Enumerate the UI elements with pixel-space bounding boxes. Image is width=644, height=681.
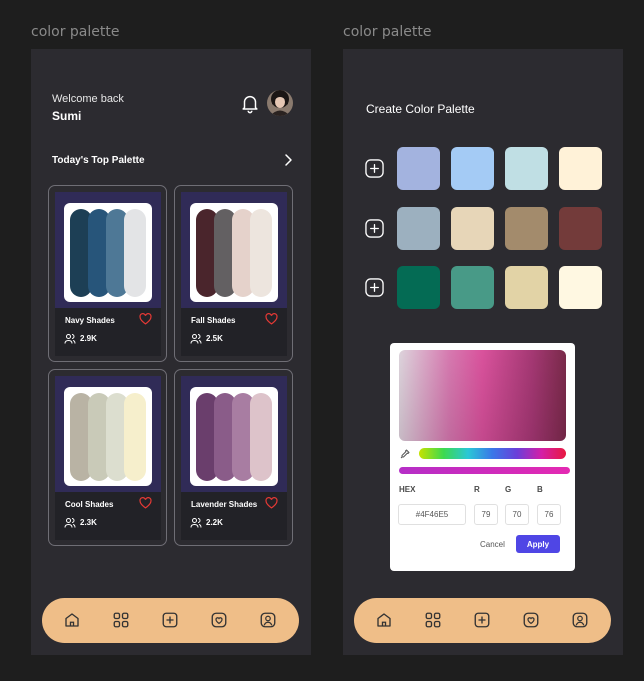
palette-card[interactable]: Navy Shades 2.9K: [48, 185, 167, 362]
color-swatch[interactable]: [397, 207, 440, 250]
heart-icon[interactable]: [265, 313, 278, 325]
palette-card[interactable]: Lavender Shades 2.2K: [174, 369, 293, 546]
color-swatch[interactable]: [559, 147, 602, 190]
color-swatch[interactable]: [397, 266, 440, 309]
heart-icon[interactable]: [139, 313, 152, 325]
color-swatch[interactable]: [397, 147, 440, 190]
heart-icon[interactable]: [265, 497, 278, 509]
swatch-container: [64, 203, 152, 302]
color-swatch[interactable]: [451, 207, 494, 250]
cancel-button[interactable]: Cancel: [480, 540, 505, 549]
palette-preview: [55, 376, 161, 492]
add-color-button[interactable]: [365, 278, 384, 297]
palette-name: Lavender Shades: [191, 500, 258, 509]
home-screen: Welcome back Sumi Today's Top Palette Na…: [31, 49, 311, 655]
g-input[interactable]: 70: [505, 504, 529, 525]
user-count: 2.9K: [80, 334, 97, 343]
avatar[interactable]: [267, 90, 293, 116]
hex-label: HEX: [399, 485, 416, 494]
palette-name: Fall Shades: [191, 316, 236, 325]
color-swatch[interactable]: [451, 147, 494, 190]
b-input[interactable]: 76: [537, 504, 561, 525]
frame-label-left: color palette: [31, 24, 120, 40]
add-square-icon[interactable]: [473, 611, 491, 629]
chevron-right-icon[interactable]: [281, 152, 295, 168]
user-count: 2.2K: [206, 518, 223, 527]
color-swatch[interactable]: [559, 266, 602, 309]
g-label: G: [505, 485, 512, 494]
swatch-container: [190, 203, 278, 302]
section-title: Today's Top Palette: [52, 155, 145, 166]
heart-shield-icon[interactable]: [210, 611, 228, 629]
palette-preview: [181, 376, 287, 492]
users-icon: [190, 518, 202, 528]
bell-icon[interactable]: [239, 92, 261, 114]
b-label: B: [537, 485, 543, 494]
bottom-nav: [354, 598, 611, 643]
apply-button[interactable]: Apply: [516, 535, 560, 553]
users-icon: [64, 518, 76, 528]
color-stripe: [250, 209, 272, 297]
user-count: 2.5K: [206, 334, 223, 343]
card-info: Navy Shades 2.9K: [55, 308, 161, 356]
palette-name: Cool Shades: [65, 500, 114, 509]
add-square-icon[interactable]: [161, 611, 179, 629]
palette-card[interactable]: Cool Shades 2.3K: [48, 369, 167, 546]
palette-preview: [181, 192, 287, 308]
welcome-text: Welcome back: [52, 93, 124, 105]
username: Sumi: [52, 109, 82, 123]
alpha-slider[interactable]: [399, 467, 570, 474]
color-stripe: [124, 393, 146, 481]
eyedropper-icon[interactable]: [399, 448, 411, 460]
add-color-button[interactable]: [365, 159, 384, 178]
home-icon[interactable]: [63, 611, 81, 629]
color-swatch[interactable]: [505, 147, 548, 190]
card-info: Lavender Shades 2.2K: [181, 492, 287, 540]
color-picker-panel: HEX R G B #4F46E5 79 70 76 Cancel Apply: [390, 343, 575, 571]
palette-preview: [55, 192, 161, 308]
saturation-area[interactable]: [399, 350, 566, 441]
create-title: Create Color Palette: [366, 102, 475, 116]
users-icon: [64, 334, 76, 344]
color-swatch[interactable]: [451, 266, 494, 309]
profile-icon[interactable]: [571, 611, 589, 629]
frame-label-right: color palette: [343, 24, 432, 40]
heart-shield-icon[interactable]: [522, 611, 540, 629]
hex-input[interactable]: #4F46E5: [398, 504, 466, 525]
color-swatch[interactable]: [505, 207, 548, 250]
card-info: Cool Shades 2.3K: [55, 492, 161, 540]
swatch-container: [190, 387, 278, 486]
heart-icon[interactable]: [139, 497, 152, 509]
color-stripe: [124, 209, 146, 297]
create-screen: Create Color Palette HEX R G B #4F46E5 7…: [343, 49, 623, 655]
user-count: 2.3K: [80, 518, 97, 527]
grid-icon[interactable]: [424, 611, 442, 629]
card-info: Fall Shades 2.5K: [181, 308, 287, 356]
hue-slider[interactable]: [419, 448, 566, 459]
palette-name: Navy Shades: [65, 316, 115, 325]
swatch-container: [64, 387, 152, 486]
add-color-button[interactable]: [365, 219, 384, 238]
palette-card[interactable]: Fall Shades 2.5K: [174, 185, 293, 362]
profile-icon[interactable]: [259, 611, 277, 629]
home-icon[interactable]: [375, 611, 393, 629]
users-icon: [190, 334, 202, 344]
bottom-nav: [42, 598, 299, 643]
color-swatch[interactable]: [505, 266, 548, 309]
color-swatch[interactable]: [559, 207, 602, 250]
grid-icon[interactable]: [112, 611, 130, 629]
r-input[interactable]: 79: [474, 504, 498, 525]
r-label: R: [474, 485, 480, 494]
avatar-image: [267, 90, 293, 116]
color-stripe: [250, 393, 272, 481]
